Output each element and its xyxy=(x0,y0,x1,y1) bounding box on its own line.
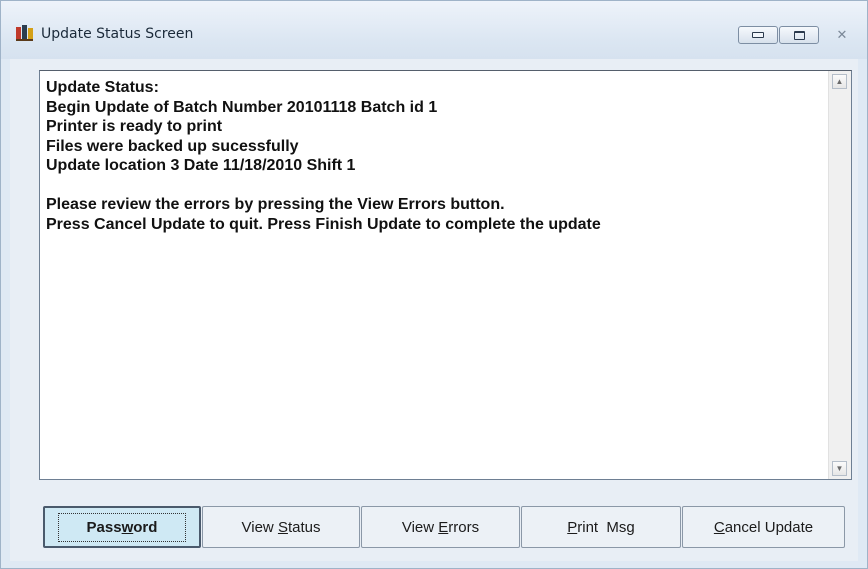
print-msg-button-label: Print Msg xyxy=(567,518,635,536)
status-line: Begin Update of Batch Number 20101118 Ba… xyxy=(46,98,438,116)
maximize-button[interactable] xyxy=(779,26,819,44)
minimize-button[interactable] xyxy=(738,26,778,44)
password-button[interactable]: Password xyxy=(43,506,201,548)
status-line: Press Cancel Update to quit. Press Finis… xyxy=(46,215,601,233)
password-button-label: Password xyxy=(57,512,187,542)
view-status-button[interactable]: View Status xyxy=(202,506,360,548)
status-text: Update Status: Begin Update of Batch Num… xyxy=(46,78,816,234)
chevron-up-icon: ▲ xyxy=(835,77,844,86)
view-errors-button-label: View Errors xyxy=(401,518,480,536)
maximize-icon xyxy=(793,30,805,40)
chevron-down-icon: ▼ xyxy=(835,464,844,473)
cancel-update-button[interactable]: Cancel Update xyxy=(682,506,845,548)
status-line: Update location 3 Date 11/18/2010 Shift … xyxy=(46,157,356,174)
status-line xyxy=(46,176,816,196)
minimize-icon xyxy=(752,32,764,38)
title-bar[interactable]: Update Status Screen ✕ xyxy=(1,1,867,59)
vertical-scrollbar[interactable]: ▲ ▼ xyxy=(828,71,851,479)
status-line: Update Status: xyxy=(46,79,159,96)
button-row: Password View Status View Errors Print M… xyxy=(43,506,852,550)
window-title: Update Status Screen xyxy=(41,26,194,42)
close-button[interactable]: ✕ xyxy=(824,26,860,44)
status-line: Printer is ready to print xyxy=(46,118,223,135)
client-area: Update Status: Begin Update of Batch Num… xyxy=(10,59,858,561)
status-line: Please review the errors by pressing the… xyxy=(46,196,505,213)
scroll-up-button[interactable]: ▲ xyxy=(832,74,847,89)
cancel-update-button-label: Cancel Update xyxy=(713,518,814,536)
close-icon: ✕ xyxy=(836,27,848,43)
view-status-button-label: View Status xyxy=(241,518,321,536)
status-text-box[interactable]: Update Status: Begin Update of Batch Num… xyxy=(39,70,852,480)
scroll-down-button[interactable]: ▼ xyxy=(832,461,847,476)
print-msg-button[interactable]: Print Msg xyxy=(521,506,681,548)
app-icon xyxy=(16,25,33,41)
update-status-window: Update Status Screen ✕ Update Status: Be… xyxy=(0,0,868,569)
view-errors-button[interactable]: View Errors xyxy=(361,506,520,548)
status-line: Files were backed up sucessfully xyxy=(46,137,299,155)
